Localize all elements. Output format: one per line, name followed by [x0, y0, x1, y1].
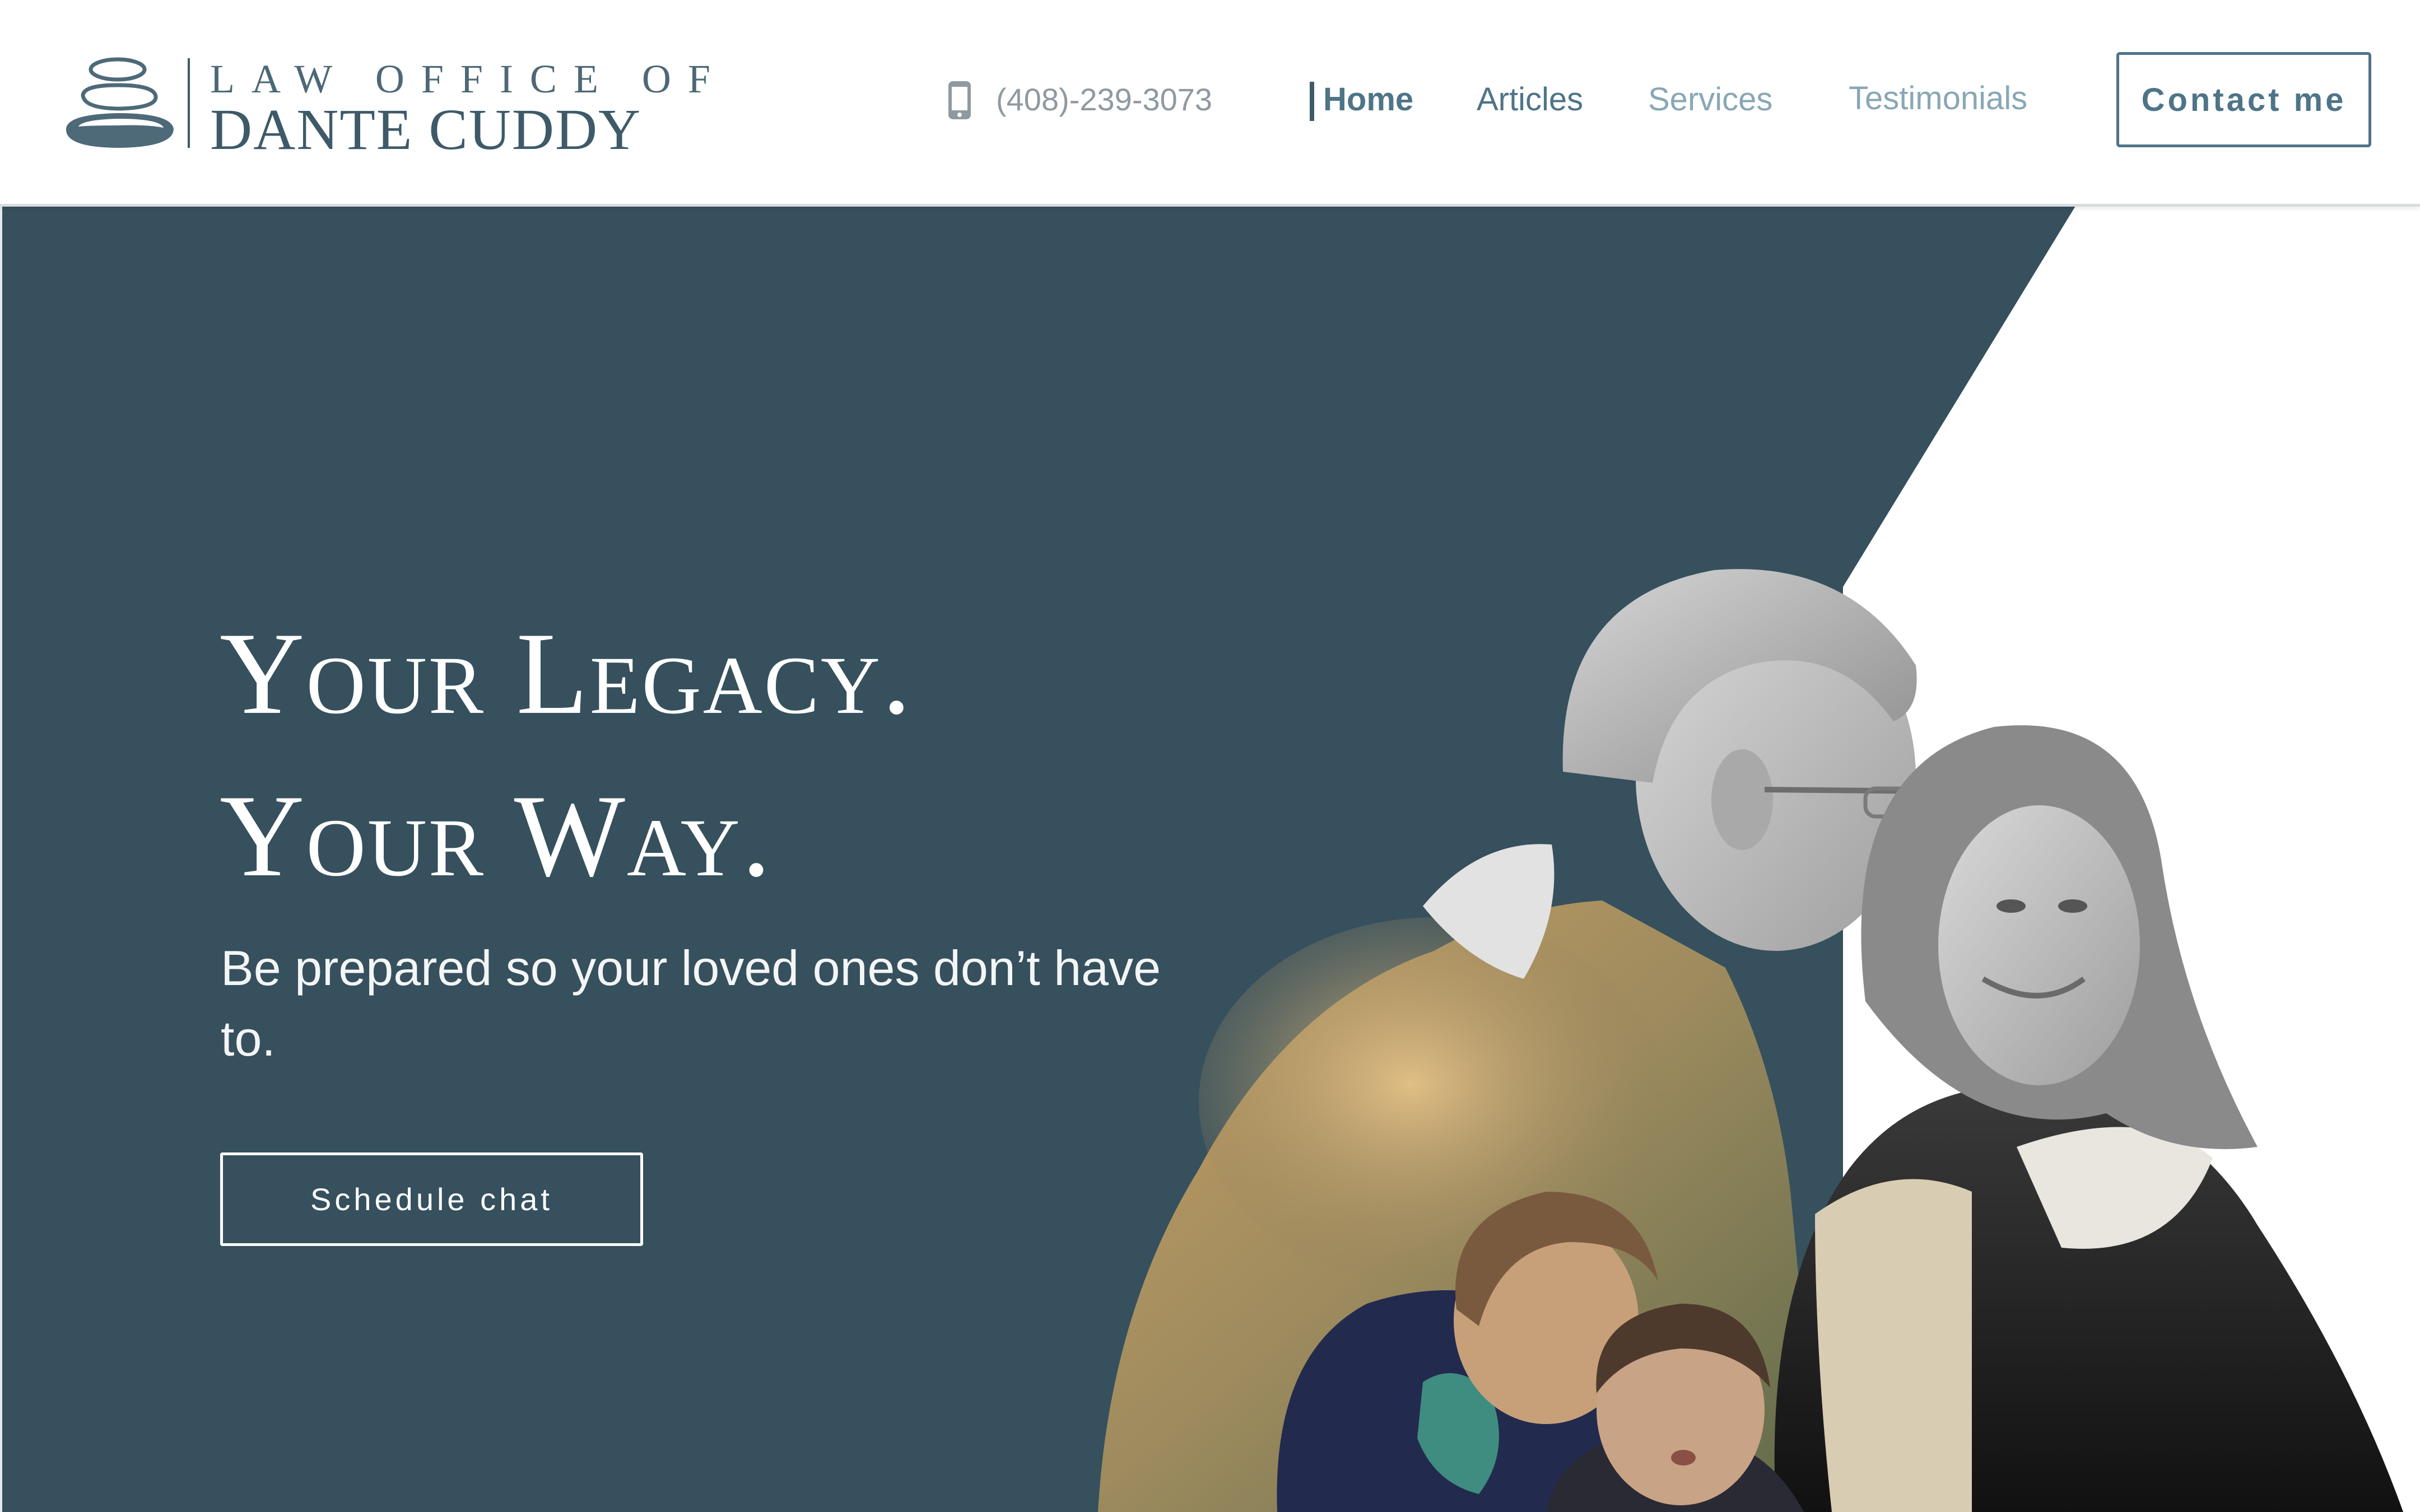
- contact-me-button[interactable]: Contact me: [2116, 52, 2371, 147]
- logo[interactable]: LAW OFFICE OF DANTE CUDDY: [62, 56, 710, 162]
- active-nav-indicator: [1310, 82, 1314, 121]
- schedule-chat-button[interactable]: Schedule chat: [220, 1152, 643, 1246]
- nav-home[interactable]: Home: [1323, 81, 1413, 118]
- nav-services[interactable]: Services: [1648, 81, 1772, 118]
- stacked-stones-icon: [66, 57, 174, 148]
- logo-line-2: DANTE CUDDY: [210, 97, 642, 162]
- nav-articles[interactable]: Articles: [1477, 81, 1583, 118]
- mobile-phone-icon: [948, 81, 971, 119]
- hero-title: Your Legacy. Your Way.: [220, 592, 913, 917]
- hero-section: Your Legacy. Your Way. Be prepared so yo…: [0, 206, 2420, 1512]
- site-header: LAW OFFICE OF DANTE CUDDY (408)-239-3073…: [0, 0, 2420, 207]
- hero-subtitle: Be prepared so your loved ones don’t hav…: [221, 940, 1161, 1066]
- hero-title-line-2: Your Way.: [220, 771, 773, 901]
- logo-divider: [188, 58, 190, 148]
- nav-testimonials[interactable]: Testimonials: [1849, 80, 2027, 117]
- logo-line-1: LAW OFFICE OF: [210, 57, 727, 101]
- hero-title-line-1: Your Legacy.: [220, 609, 913, 739]
- phone-number: (408)-239-3073: [996, 82, 1213, 117]
